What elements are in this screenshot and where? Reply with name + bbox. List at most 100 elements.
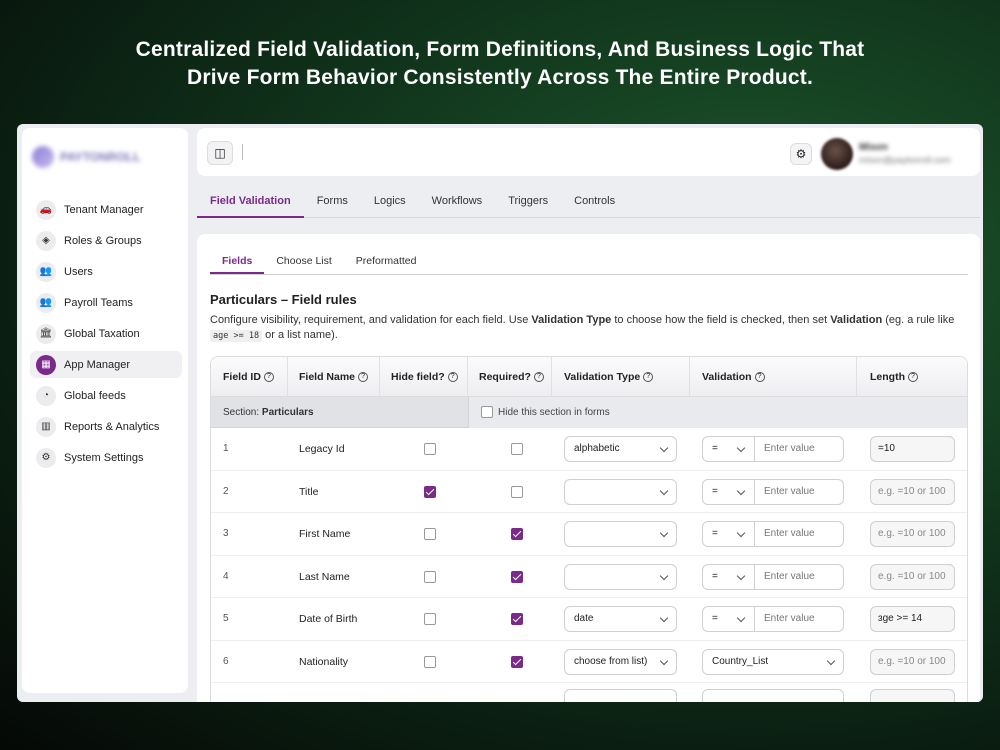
validation-type-select[interactable]: alphabetic — [564, 436, 677, 462]
validation-list-select[interactable]: Country_List — [702, 648, 844, 675]
operator-select[interactable]: = — [703, 437, 755, 461]
length-input[interactable] — [870, 689, 955, 702]
sidebar-item-users[interactable]: 👥 Users — [30, 258, 182, 285]
tab-field-validation[interactable]: Field Validation — [197, 186, 304, 218]
shield-icon: ◈ — [36, 230, 56, 251]
required-checkbox[interactable] — [511, 655, 523, 668]
help-icon[interactable]: ? — [533, 372, 544, 383]
toggle-sidebar-button[interactable]: ◫ — [207, 141, 233, 165]
sidebar-item-global-taxation[interactable]: 🏛 Global Taxation — [30, 320, 182, 347]
desc-bold-validation-type: Validation Type — [531, 314, 612, 326]
sidebar-item-tenant-manager[interactable]: 🚗 Tenant Manager — [30, 196, 182, 223]
logo[interactable]: PAYTONROLL — [32, 146, 140, 168]
field-name: Legacy Id — [299, 443, 345, 455]
length-input[interactable]: e.g. =10 or 100 — [870, 563, 955, 590]
hide-section-label: Hide this section in forms — [498, 407, 610, 418]
help-icon[interactable]: ? — [358, 372, 369, 383]
length-input[interactable]: =10 — [870, 436, 955, 462]
validation-type-select[interactable] — [564, 478, 677, 505]
column-divider — [467, 357, 468, 397]
hide-field-checkbox[interactable] — [424, 485, 436, 498]
sidebar-item-app-manager[interactable]: ▦ App Manager — [30, 351, 182, 378]
sidebar-item-label: Reports & Analytics — [64, 420, 160, 433]
tab-forms[interactable]: Forms — [304, 186, 361, 218]
sidebar-item-reports-analytics[interactable]: ▥ Reports & Analytics — [30, 413, 182, 440]
operator-value: = — [712, 528, 718, 539]
sub-tabs: Fields Choose List Preformatted — [210, 249, 968, 275]
length-input[interactable]: e.g. =10 or 100 — [870, 478, 955, 505]
avatar[interactable] — [821, 138, 853, 170]
validation-type-select[interactable]: date — [564, 606, 677, 632]
help-icon[interactable]: ? — [908, 372, 918, 383]
length-input[interactable]: e.g. =10 or 100 — [870, 648, 955, 675]
sidebar-panel-icon: ◫ — [214, 146, 226, 160]
user-info[interactable]: Mison mison@paytonroll.com — [859, 142, 951, 165]
subtab-preformatted[interactable]: Preformatted — [344, 249, 429, 274]
table-header: Field ID? Field Name? Hide field?? Requi… — [211, 357, 967, 397]
validation-input[interactable]: Enter value — [764, 607, 815, 631]
help-icon[interactable]: ? — [447, 372, 458, 383]
length-input[interactable]: ɜge >= 14 — [870, 606, 955, 632]
validation-type-select[interactable] — [564, 521, 677, 547]
topbar: ◫ ⚙ Mison mison@paytonroll.com — [197, 128, 980, 176]
validation-group[interactable] — [702, 689, 844, 702]
field-rules-table: Field ID? Field Name? Hide field?? Requi… — [210, 356, 968, 702]
validation-input[interactable]: Enter value — [764, 480, 815, 504]
validation-type-select[interactable] — [564, 563, 677, 590]
validation-type-select[interactable]: choose from list) — [564, 648, 677, 675]
tab-workflows[interactable]: Workflows — [419, 186, 496, 218]
validation-input[interactable]: Enter value — [764, 437, 815, 461]
chevron-down-icon — [659, 486, 669, 495]
sidebar-item-system-settings[interactable]: ⚙ System Settings — [30, 444, 182, 471]
desc-text-4: or a list name). — [262, 329, 338, 341]
hide-field-checkbox[interactable] — [424, 613, 436, 625]
help-icon[interactable]: ? — [263, 372, 274, 383]
grid-icon: ▦ — [36, 354, 56, 375]
subtab-fields[interactable]: Fields — [210, 249, 265, 274]
sidebar-item-label: Global feeds — [64, 389, 126, 402]
chevron-down-icon — [736, 528, 746, 538]
settings-button[interactable]: ⚙ — [790, 143, 812, 165]
validation-type-select[interactable] — [564, 689, 677, 702]
required-checkbox[interactable] — [511, 485, 523, 498]
chevron-down-icon — [736, 571, 746, 580]
table-body: 1 Legacy Id alphabetic = Enter value =10 2 Titl… — [211, 428, 967, 683]
hide-field-checkbox[interactable] — [424, 443, 436, 455]
operator-select[interactable]: = — [703, 479, 755, 504]
section-label: Section: Particulars — [223, 407, 314, 418]
header-field-name: Field Name? — [299, 357, 369, 397]
desc-text-1: Configure visibility, requirement, and v… — [210, 314, 532, 326]
operator-select[interactable]: = — [703, 607, 755, 631]
length-input[interactable]: e.g. =10 or 100 — [870, 521, 955, 547]
hide-field-checkbox[interactable] — [424, 655, 436, 668]
column-divider — [856, 357, 857, 397]
required-checkbox[interactable] — [511, 613, 523, 625]
header-validation-type: Validation Type? — [564, 357, 654, 397]
chevron-down-icon — [659, 443, 669, 453]
hide-section-checkbox[interactable] — [481, 406, 493, 418]
required-checkbox[interactable] — [511, 528, 523, 540]
tab-controls[interactable]: Controls — [561, 186, 628, 218]
sidebar-item-global-feeds[interactable]: ◔ Global feeds — [30, 382, 182, 409]
help-icon[interactable]: ? — [754, 372, 765, 383]
sidebar-item-roles-groups[interactable]: ◈ Roles & Groups — [30, 227, 182, 254]
hide-field-checkbox[interactable] — [424, 570, 436, 583]
sidebar-item-label: Global Taxation — [64, 327, 140, 340]
validation-input[interactable]: Enter value — [764, 522, 815, 546]
desc-bold-validation: Validation — [830, 314, 883, 326]
tab-logics[interactable]: Logics — [361, 186, 419, 218]
help-icon[interactable]: ? — [643, 372, 654, 383]
operator-value: = — [712, 485, 718, 497]
chart-icon: ▥ — [36, 416, 56, 437]
required-checkbox[interactable] — [511, 570, 523, 583]
required-checkbox[interactable] — [511, 443, 523, 455]
operator-select[interactable]: = — [703, 564, 755, 589]
tab-triggers[interactable]: Triggers — [495, 186, 561, 218]
table-row: 1 Legacy Id alphabetic = Enter value =10 — [211, 428, 967, 471]
sidebar-item-payroll-teams[interactable]: 👥 Payroll Teams — [30, 289, 182, 316]
hide-field-checkbox[interactable] — [424, 528, 436, 540]
subtab-choose-list[interactable]: Choose List — [264, 249, 343, 274]
header-field-id: Field ID? — [223, 357, 274, 397]
validation-input[interactable]: Enter value — [764, 565, 815, 589]
operator-select[interactable]: = — [703, 522, 755, 546]
